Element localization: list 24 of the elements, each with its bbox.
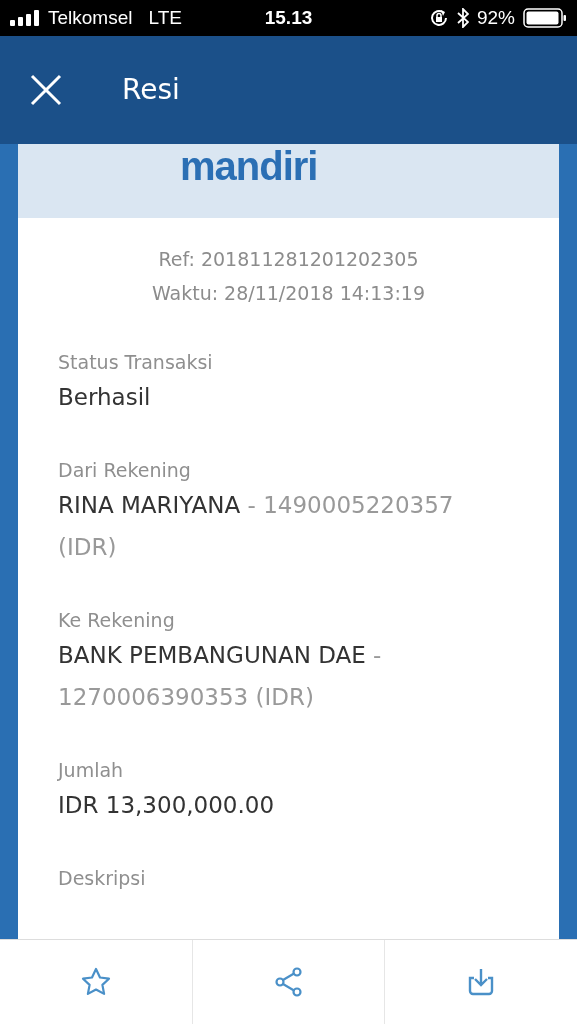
clock: 15.13: [264, 5, 313, 30]
field-label: Status Transaksi: [58, 350, 214, 375]
signal-icon: [10, 10, 40, 26]
bank-logo: mandiri: [180, 144, 318, 188]
field-label: Deskripsi: [58, 866, 147, 891]
rotation-lock-icon: [429, 8, 449, 28]
bluetooth-icon: [457, 8, 469, 28]
battery-percent: 92%: [477, 5, 515, 30]
field-label: Ke Rekening: [58, 608, 176, 633]
network-type: LTE: [148, 5, 182, 30]
close-icon: [30, 74, 62, 106]
star-icon: [79, 966, 112, 998]
field-value: Berhasil: [58, 383, 152, 412]
page-title: Resi: [122, 72, 180, 108]
field-value: IDR 13,300,000.00: [58, 791, 276, 820]
field-label: Jumlah: [58, 758, 125, 783]
reference-line: Ref: 201811281201202305: [157, 247, 420, 272]
field-value: RINA MARIYANA - 1490005220357 (IDR): [58, 491, 455, 562]
field-value: BANK PEMBANGUNAN DAE - 1270006390353 (IDR): [58, 641, 383, 712]
close-button[interactable]: [30, 74, 62, 106]
reference-line: Waktu: 28/11/2018 14:13:19: [150, 281, 426, 306]
carrier-name: Telkomsel: [48, 5, 133, 30]
field-label: Dari Rekening: [58, 458, 192, 483]
battery-icon: [523, 8, 567, 28]
